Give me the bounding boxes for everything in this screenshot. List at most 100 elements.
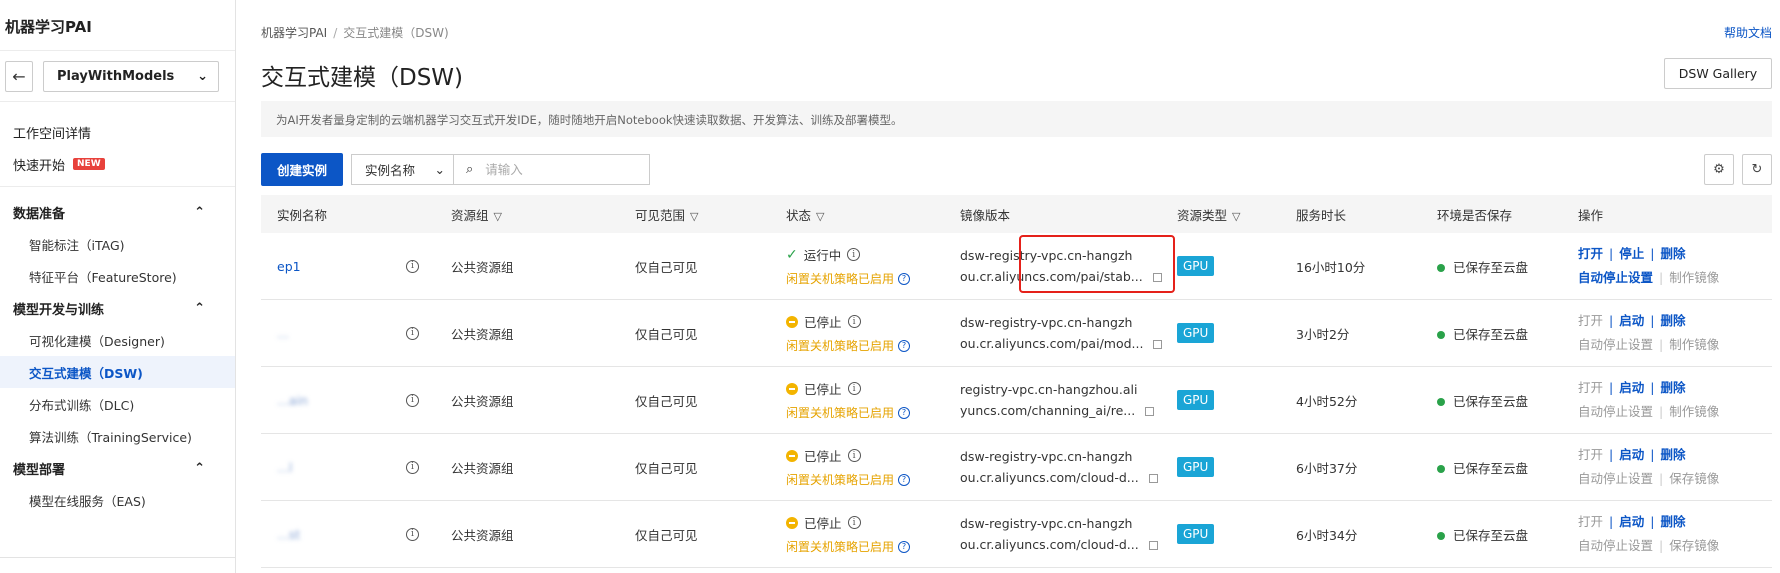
instance-name-link[interactable]: ... xyxy=(277,326,289,341)
search-input[interactable] xyxy=(485,162,636,177)
op-1-button[interactable]: 启动 xyxy=(1619,514,1644,529)
op-separator: | xyxy=(1650,313,1655,328)
sidebar-item-designer[interactable]: 可视化建模（Designer) xyxy=(0,324,235,356)
instance-name-link[interactable]: ep1 xyxy=(277,259,301,274)
sidebar-group-deploy[interactable]: 模型部署 ⌃ xyxy=(0,452,235,484)
op-1-button[interactable]: 启动 xyxy=(1619,313,1644,328)
op-0-button[interactable]: 打开 xyxy=(1578,246,1603,261)
op-1-button[interactable]: 启动 xyxy=(1619,447,1644,462)
op-line2-0-button[interactable]: 自动停止设置 xyxy=(1578,538,1653,553)
sidebar-item-dlc[interactable]: 分布式训练（DLC) xyxy=(0,388,235,420)
workspace-row: ← PlayWithModels ⌄ xyxy=(0,50,235,102)
info-icon[interactable]: i xyxy=(847,449,861,462)
question-icon[interactable]: ? xyxy=(898,339,911,352)
op-separator: | xyxy=(1659,538,1664,553)
col-header-image: 镜像版本 xyxy=(960,205,1177,224)
sidebar-item-eas[interactable]: 模型在线服务（EAS) xyxy=(0,484,235,516)
sidebar-item-quick-start[interactable]: 快速开始 NEW xyxy=(0,148,235,180)
sidebar-item-label: 可视化建模（Designer) xyxy=(29,333,165,349)
refresh-button[interactable]: ↻ xyxy=(1742,154,1772,185)
cell-resource-group: 公共资源组 xyxy=(451,527,514,543)
sidebar-group-data-prep[interactable]: 数据准备 ⌃ xyxy=(0,196,235,228)
actions-line-1: 打开 | 启动 | 删除 xyxy=(1578,309,1772,333)
op-line2-0-button[interactable]: 自动停止设置 xyxy=(1578,404,1653,419)
question-icon[interactable]: ? xyxy=(898,473,911,486)
info-icon[interactable]: i xyxy=(406,393,419,407)
op-line2-1-button[interactable]: 制作镜像 xyxy=(1669,270,1719,285)
cell-status: 已停止 i 闲置关机策略已启用? xyxy=(786,513,960,555)
help-docs-link[interactable]: 帮助文档 xyxy=(1724,24,1772,41)
question-icon[interactable]: ? xyxy=(898,540,911,553)
op-1-button[interactable]: 停止 xyxy=(1619,246,1644,261)
op-0-button[interactable]: 打开 xyxy=(1578,313,1603,328)
instance-name-link[interactable]: ...l xyxy=(277,460,292,475)
op-0-button[interactable]: 打开 xyxy=(1578,514,1603,529)
chevron-down-icon: ⌄ xyxy=(434,162,445,177)
filter-icon[interactable]: ▽ xyxy=(690,210,698,223)
sidebar-item-dsw[interactable]: 交互式建模（DSW) xyxy=(0,356,235,388)
copy-icon[interactable] xyxy=(1148,474,1158,483)
op-2-button[interactable]: 删除 xyxy=(1660,447,1685,462)
info-icon[interactable]: i xyxy=(847,248,861,261)
dsw-gallery-button[interactable]: DSW Gallery xyxy=(1664,58,1772,89)
sidebar-item-workspace-detail[interactable]: 工作空间详情 xyxy=(0,116,235,148)
settings-button[interactable]: ⚙ xyxy=(1704,154,1734,185)
op-0-button[interactable]: 打开 xyxy=(1578,380,1603,395)
env-saved-text: 已保存至云盘 xyxy=(1453,393,1529,409)
op-line2-0-button[interactable]: 自动停止设置 xyxy=(1578,337,1653,352)
info-icon[interactable]: i xyxy=(847,315,861,328)
op-line2-0-button[interactable]: 自动停止设置 xyxy=(1578,471,1653,486)
workspace-select[interactable]: PlayWithModels ⌄ xyxy=(43,60,219,92)
filter-field-select[interactable]: 实例名称 ⌄ xyxy=(351,154,453,185)
info-icon[interactable]: i xyxy=(406,326,419,340)
sidebar-item-featurestore[interactable]: 特征平台（FeatureStore) xyxy=(0,260,235,292)
op-line2-0-button[interactable]: 自动停止设置 xyxy=(1578,270,1653,285)
op-1-button[interactable]: 启动 xyxy=(1619,380,1644,395)
cell-image: dsw-registry-vpc.cn-hangzh ou.cr.aliyuncs… xyxy=(960,513,1177,555)
op-2-button[interactable]: 删除 xyxy=(1660,246,1685,261)
sidebar-item-label: 交互式建模（DSW) xyxy=(29,365,143,381)
idle-policy: 闲置关机策略已启用? xyxy=(786,337,960,354)
copy-icon[interactable] xyxy=(1148,541,1158,550)
filter-icon[interactable]: ▽ xyxy=(494,210,502,223)
copy-icon[interactable] xyxy=(1153,340,1163,349)
sidebar-group-dev-train[interactable]: 模型开发与训练 ⌃ xyxy=(0,292,235,324)
instance-name-link[interactable]: ...ain xyxy=(277,393,308,408)
sidebar-item-itag[interactable]: 智能标注（iTAG) xyxy=(0,228,235,260)
filter-icon[interactable]: ▽ xyxy=(1232,210,1240,223)
copy-icon[interactable] xyxy=(1145,407,1155,416)
search-icon: ⌕ xyxy=(466,162,474,177)
back-button[interactable]: ← xyxy=(5,60,33,92)
cell-actions: 打开 | 启动 | 删除 自动停止设置 | 制作镜像 xyxy=(1578,309,1772,357)
image-line-1: dsw-registry-vpc.cn-hangzh xyxy=(960,449,1133,464)
cell-env-saved: 已保存至云盘 xyxy=(1437,525,1578,544)
info-icon[interactable]: i xyxy=(406,259,419,273)
status-line: 已停止 i xyxy=(786,446,960,465)
op-2-button[interactable]: 删除 xyxy=(1660,380,1685,395)
info-icon[interactable]: i xyxy=(406,527,419,541)
op-line2-1-button[interactable]: 制作镜像 xyxy=(1669,337,1719,352)
idle-policy-text: 闲置关机策略已启用 xyxy=(786,473,895,487)
breadcrumb-root[interactable]: 机器学习PAI xyxy=(261,26,327,40)
env-saved-text: 已保存至云盘 xyxy=(1453,460,1529,476)
op-2-button[interactable]: 删除 xyxy=(1660,313,1685,328)
op-line2-1-button[interactable]: 制作镜像 xyxy=(1669,404,1719,419)
instance-name-link[interactable]: ...st xyxy=(277,527,300,542)
cell-status: ✓ 运行中 i 闲置关机策略已启用? xyxy=(786,245,960,287)
op-separator: | xyxy=(1650,380,1655,395)
info-icon[interactable]: i xyxy=(847,382,861,395)
col-header-name: 实例名称 xyxy=(261,205,451,224)
op-line2-1-button[interactable]: 保存镜像 xyxy=(1669,538,1719,553)
info-icon[interactable]: i xyxy=(406,460,419,474)
op-0-button[interactable]: 打开 xyxy=(1578,447,1603,462)
status-dot-icon xyxy=(1437,532,1445,540)
op-2-button[interactable]: 删除 xyxy=(1660,514,1685,529)
info-icon[interactable]: i xyxy=(847,516,861,529)
sidebar-item-label: 工作空间详情 xyxy=(13,126,92,142)
filter-icon[interactable]: ▽ xyxy=(816,210,824,223)
create-instance-button[interactable]: 创建实例 xyxy=(261,153,343,186)
op-line2-1-button[interactable]: 保存镜像 xyxy=(1669,471,1719,486)
sidebar-item-training-service[interactable]: 算法训练（TrainingService) xyxy=(0,420,235,452)
question-icon[interactable]: ? xyxy=(898,272,911,285)
question-icon[interactable]: ? xyxy=(898,406,911,419)
